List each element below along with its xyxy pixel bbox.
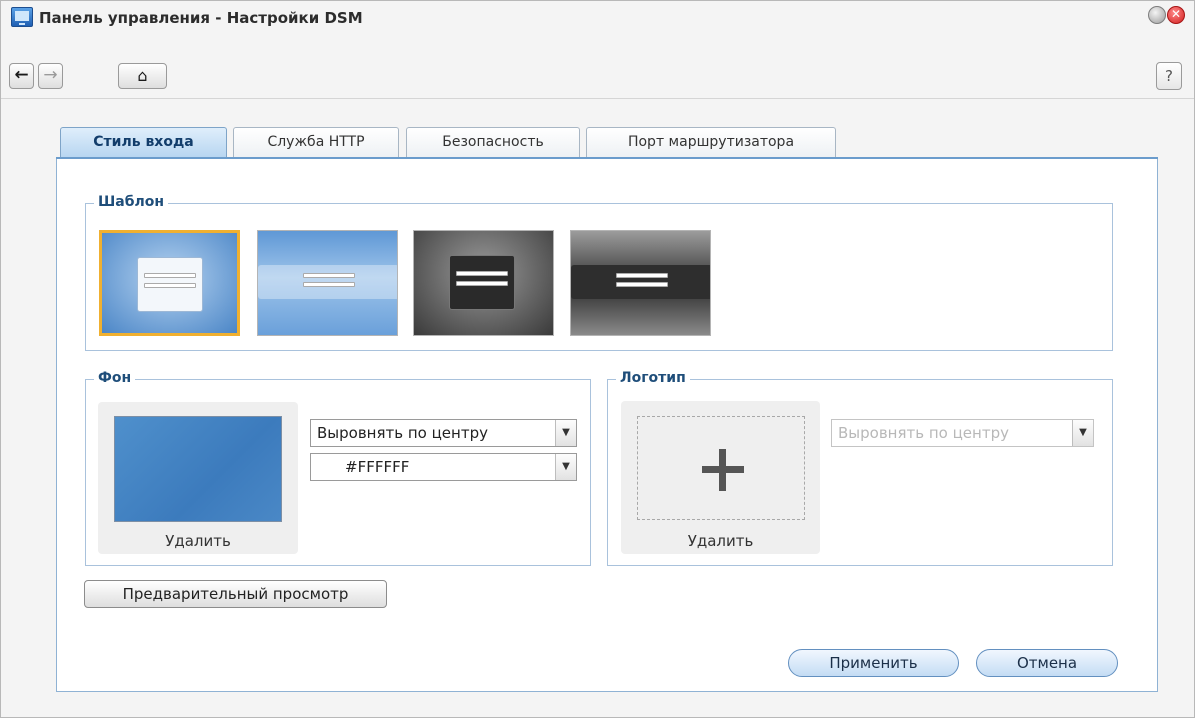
home-button[interactable]: ⌂ [118, 63, 167, 89]
forward-button[interactable]: → [38, 63, 63, 89]
template-legend: Шаблон [94, 194, 169, 210]
tab-security[interactable]: Безопасность [406, 127, 580, 157]
chevron-down-icon: ▼ [555, 454, 576, 480]
logo-align-select[interactable]: Выровнять по центру ▼ [831, 419, 1094, 447]
help-button[interactable]: ? [1156, 62, 1182, 90]
home-icon: ⌂ [137, 66, 148, 85]
chevron-down-icon: ▼ [555, 420, 576, 446]
tab-http-service[interactable]: Служба HTTP [233, 127, 399, 157]
background-preview-image[interactable] [114, 416, 282, 522]
logo-upload-dropzone[interactable] [637, 416, 805, 520]
logo-image-area: Удалить [621, 401, 820, 554]
background-legend: Фон [94, 370, 136, 386]
background-align-value: Выровнять по центру [317, 424, 488, 442]
close-icon: ✕ [1170, 7, 1182, 21]
logo-legend: Логотип [616, 370, 690, 386]
background-align-select[interactable]: Выровнять по центру ▼ [310, 419, 577, 447]
title-bar: Панель управления - Настройки DSM ✕ [1, 1, 1194, 47]
logo-delete-link[interactable]: Удалить [621, 532, 820, 550]
logo-align-value: Выровнять по центру [838, 424, 1009, 442]
preview-button[interactable]: Предварительный просмотр [84, 580, 387, 608]
close-button[interactable]: ✕ [1167, 6, 1185, 24]
arrow-left-icon: ← [14, 65, 29, 85]
background-color-select[interactable]: #FFFFFF ▼ [310, 453, 577, 481]
template-thumbnail-3[interactable] [413, 230, 554, 336]
window-title: Панель управления - Настройки DSM [39, 9, 363, 27]
minimize-button[interactable] [1148, 6, 1166, 24]
cancel-button[interactable]: Отмена [976, 649, 1118, 677]
back-button[interactable]: ← [9, 63, 34, 89]
background-delete-link[interactable]: Удалить [98, 532, 298, 550]
template-thumbnail-2[interactable] [257, 230, 398, 336]
question-icon: ? [1165, 67, 1173, 85]
template-thumbnail-1[interactable] [99, 230, 240, 336]
control-panel-icon [11, 7, 33, 27]
tab-router-port[interactable]: Порт маршрутизатора [586, 127, 836, 157]
template-thumbnail-4[interactable] [570, 230, 711, 336]
chevron-down-icon: ▼ [1072, 420, 1093, 446]
background-image-area: Удалить [98, 402, 298, 554]
plus-icon [719, 449, 726, 491]
arrow-right-icon: → [43, 65, 58, 85]
tab-login-style[interactable]: Стиль входа [60, 127, 227, 159]
background-color-value: #FFFFFF [345, 458, 410, 476]
apply-button[interactable]: Применить [788, 649, 959, 677]
navigation-toolbar: ← → ⌂ ? [1, 59, 1194, 99]
